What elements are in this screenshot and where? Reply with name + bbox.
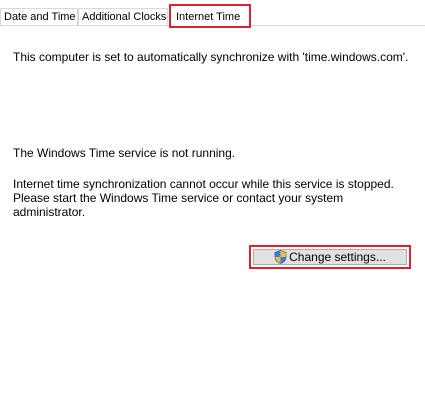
- uac-shield-icon: [274, 250, 287, 264]
- tab-strip: Date and Time Additional Clocks Internet…: [0, 0, 425, 28]
- info-text-line-3: administrator.: [13, 205, 86, 219]
- change-settings-label: Change settings...: [289, 250, 386, 264]
- info-text-line-1: Internet time synchronization cannot occ…: [13, 177, 394, 191]
- change-settings-button[interactable]: Change settings...: [253, 249, 407, 265]
- tab-date-and-time[interactable]: Date and Time: [0, 8, 78, 25]
- tab-additional-clocks[interactable]: Additional Clocks: [78, 8, 168, 25]
- tab-internet-time[interactable]: Internet Time: [169, 4, 251, 28]
- info-text-line-2: Please start the Windows Time service or…: [13, 191, 344, 205]
- sync-status-text: This computer is set to automatically sy…: [13, 50, 409, 64]
- service-status-text: The Windows Time service is not running.: [13, 146, 236, 160]
- date-time-dialog: Date and Time Additional Clocks Internet…: [0, 0, 425, 403]
